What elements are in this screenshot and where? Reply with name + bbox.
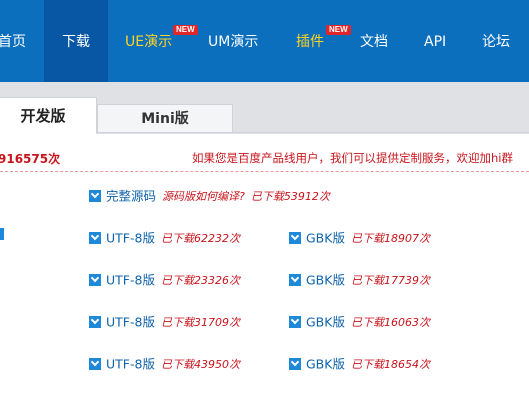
download-icon bbox=[289, 357, 301, 370]
download-icon bbox=[89, 273, 101, 286]
utf8-download-count: 已下载31709次 bbox=[160, 315, 240, 329]
nav-item-ue-demo[interactable]: UE演示 bbox=[125, 0, 172, 82]
nav-item-home[interactable]: 首页 bbox=[0, 0, 26, 82]
gbk-download-count: 已下载18654次 bbox=[350, 357, 430, 371]
list-item: UTF-8版 已下载62232次 bbox=[89, 230, 240, 246]
how-to-compile-link[interactable]: 源码版如何编译? bbox=[162, 190, 245, 203]
list-item: GBK版 已下载18907次 bbox=[289, 230, 430, 246]
gbk-download-count: 已下载17739次 bbox=[350, 273, 430, 287]
gbk-download-link[interactable]: GBK版 bbox=[306, 357, 345, 372]
download-icon bbox=[89, 315, 101, 328]
source-download-link[interactable]: 完整源码 bbox=[106, 189, 156, 204]
list-item: GBK版 已下载17739次 bbox=[289, 272, 430, 288]
list-item: UTF-8版 已下载23326次 bbox=[89, 272, 240, 288]
new-badge-ue: NEW bbox=[173, 25, 198, 35]
nav-item-um-demo[interactable]: UM演示 bbox=[208, 0, 258, 82]
download-icon bbox=[89, 189, 101, 202]
download-icon bbox=[289, 315, 301, 328]
total-download-count: 916575次 bbox=[0, 152, 61, 166]
gbk-download-link[interactable]: GBK版 bbox=[306, 273, 345, 288]
side-marker bbox=[0, 228, 4, 240]
gbk-download-count: 已下载16063次 bbox=[350, 315, 430, 329]
nav-item-forum[interactable]: 论坛 bbox=[482, 0, 510, 82]
custom-service-notice[interactable]: 如果您是百度产品线用户，我们可以提供定制服务，欢迎加hi群 bbox=[192, 150, 513, 166]
list-item: GBK版 已下载16063次 bbox=[289, 314, 430, 330]
utf8-download-link[interactable]: UTF-8版 bbox=[106, 231, 155, 246]
utf8-download-link[interactable]: UTF-8版 bbox=[106, 357, 155, 372]
utf8-download-count: 已下载23326次 bbox=[160, 273, 240, 287]
tab-dev-version[interactable]: 开发版 bbox=[0, 97, 97, 134]
download-icon bbox=[289, 231, 301, 244]
utf8-download-link[interactable]: UTF-8版 bbox=[106, 315, 155, 330]
gbk-download-count: 已下载18907次 bbox=[350, 231, 430, 245]
tab-mini-version[interactable]: Mini版 bbox=[97, 104, 233, 133]
gbk-download-link[interactable]: GBK版 bbox=[306, 315, 345, 330]
download-icon bbox=[89, 357, 101, 370]
source-download: 完整源码 源码版如何编译? 已下载53912次 bbox=[89, 188, 330, 204]
gbk-download-link[interactable]: GBK版 bbox=[306, 231, 345, 246]
source-download-count: 已下载53912次 bbox=[250, 189, 330, 203]
list-item: GBK版 已下载18654次 bbox=[289, 356, 430, 372]
nav-item-download[interactable]: 下载 bbox=[44, 0, 108, 82]
nav-item-api[interactable]: API bbox=[424, 0, 446, 82]
dashed-divider bbox=[0, 171, 529, 172]
nav-item-plugins[interactable]: 插件 bbox=[296, 0, 324, 82]
nav-item-docs[interactable]: 文档 bbox=[360, 0, 388, 82]
utf8-download-link[interactable]: UTF-8版 bbox=[106, 273, 155, 288]
utf8-download-count: 已下载62232次 bbox=[160, 231, 240, 245]
download-icon bbox=[289, 273, 301, 286]
new-badge-plugins: NEW bbox=[326, 25, 351, 35]
top-nav: 首页 下载 UE演示 NEW UM演示 插件 NEW 文档 API 论坛 bbox=[0, 0, 529, 82]
list-item: UTF-8版 已下载31709次 bbox=[89, 314, 240, 330]
download-icon bbox=[89, 231, 101, 244]
list-item: UTF-8版 已下载43950次 bbox=[89, 356, 240, 372]
utf8-download-count: 已下载43950次 bbox=[160, 357, 240, 371]
